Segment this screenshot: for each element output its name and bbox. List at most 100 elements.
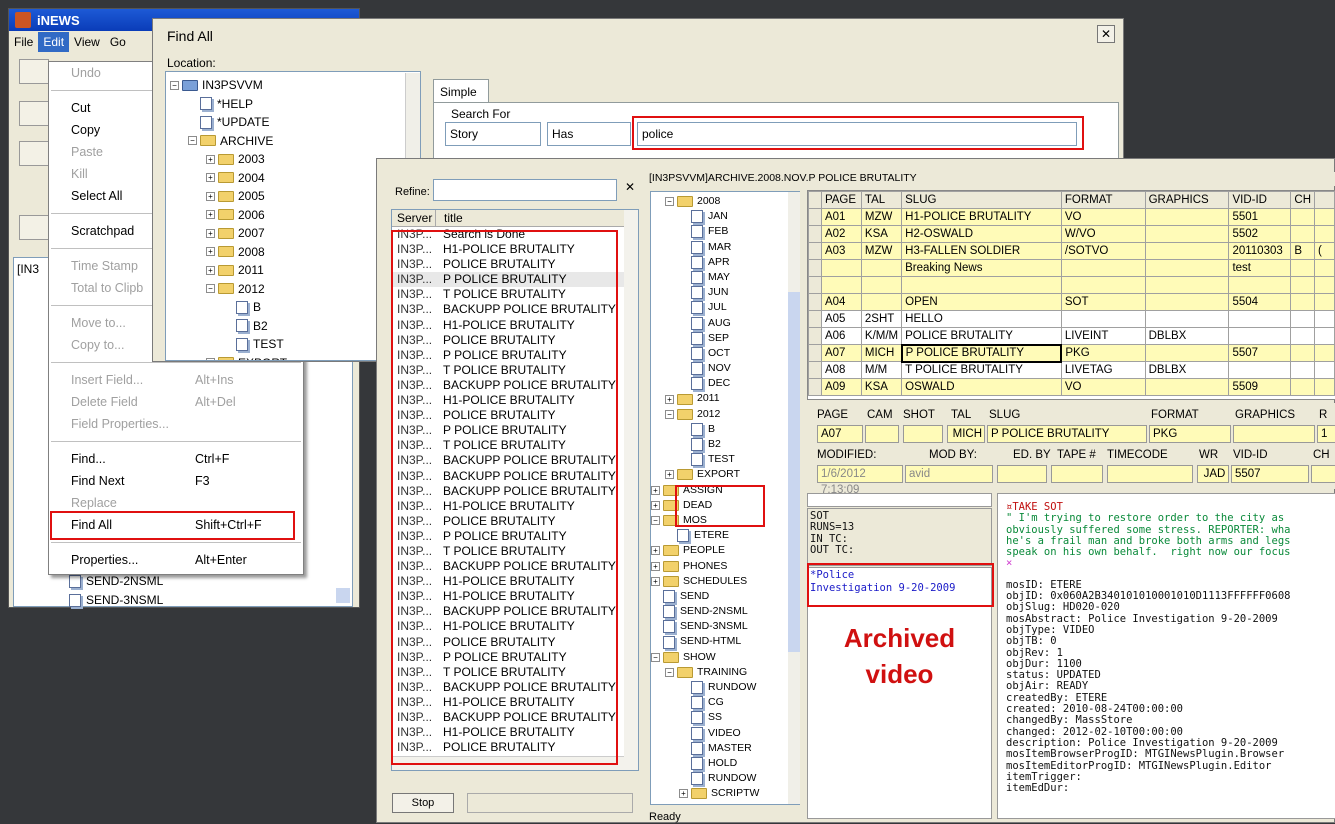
tree-node[interactable]: *UPDATE xyxy=(170,113,416,132)
slug-field[interactable]: P POLICE BRUTALITY xyxy=(987,425,1147,443)
grid-header-cell[interactable]: PAGE xyxy=(821,192,861,209)
bg-list-item[interactable]: SEND-3NSML xyxy=(69,593,163,607)
tree-node[interactable]: B xyxy=(651,422,799,437)
collapse-icon[interactable]: − xyxy=(188,136,197,145)
expand-icon[interactable]: + xyxy=(651,546,660,555)
grid-cell[interactable]: H3-FALLEN SOLDIER xyxy=(902,243,1062,260)
tal-field[interactable]: MICH xyxy=(947,425,985,443)
expand-icon[interactable]: + xyxy=(206,192,215,201)
tab-simple[interactable]: Simple xyxy=(433,79,489,103)
grid-cell[interactable]: T POLICE BRUTALITY xyxy=(902,362,1062,379)
grid-cell[interactable] xyxy=(1229,277,1291,294)
grid-cell[interactable] xyxy=(1061,277,1145,294)
menu-item-insert-field[interactable]: Insert Field...Alt+Ins xyxy=(49,369,303,391)
scrollbar-thumb[interactable] xyxy=(336,588,350,603)
wr-field[interactable]: JAD xyxy=(1197,465,1229,483)
grid-cell[interactable]: M/M xyxy=(861,362,901,379)
grid-cell[interactable]: /SOTVO xyxy=(1061,243,1145,260)
expand-icon[interactable]: + xyxy=(206,210,215,219)
tree-node[interactable]: SEND-3NSML xyxy=(651,619,799,634)
grid-cell[interactable]: A05 xyxy=(821,311,861,328)
menu-edit[interactable]: Edit xyxy=(38,32,69,52)
grid-header-cell[interactable]: CH xyxy=(1291,192,1315,209)
tree-node[interactable]: CG xyxy=(651,695,799,710)
grid-cell[interactable] xyxy=(1315,294,1335,311)
grid-cell[interactable] xyxy=(1145,277,1229,294)
tree-node[interactable]: SEND-HTML xyxy=(651,634,799,649)
expand-icon[interactable]: + xyxy=(679,789,688,798)
expand-icon[interactable]: + xyxy=(651,486,660,495)
tree-node[interactable]: +PEOPLE xyxy=(651,543,799,558)
r-field[interactable]: 1 xyxy=(1317,425,1335,443)
grid-cell[interactable] xyxy=(1061,260,1145,277)
grid-cell[interactable]: test xyxy=(1229,260,1291,277)
vidid-field[interactable]: 5507 xyxy=(1231,465,1309,483)
expand-icon[interactable]: + xyxy=(206,155,215,164)
grid-cell[interactable]: DBLBX xyxy=(1145,362,1229,379)
tree-node[interactable]: +SCHEDULES xyxy=(651,574,799,589)
grid-cell[interactable]: POLICE BRUTALITY xyxy=(902,328,1062,345)
grid-cell[interactable] xyxy=(1145,294,1229,311)
collapse-icon[interactable]: − xyxy=(206,284,215,293)
collapse-icon[interactable]: − xyxy=(170,81,179,90)
refine-input[interactable] xyxy=(433,179,617,201)
grid-cell[interactable] xyxy=(1291,209,1315,226)
col-server-header[interactable]: Server xyxy=(392,210,436,226)
grid-cell[interactable] xyxy=(1315,226,1335,243)
grid-cell[interactable]: H2-OSWALD xyxy=(902,226,1062,243)
grid-cell[interactable]: K/M/M xyxy=(861,328,901,345)
grid-cell[interactable]: SOT xyxy=(1061,294,1145,311)
grid-cell[interactable]: PKG xyxy=(1061,345,1145,362)
grid-cell[interactable] xyxy=(1061,311,1145,328)
rundown-row[interactable]: A08M/MT POLICE BRUTALITYLIVETAGDBLBX xyxy=(809,362,1335,379)
grid-cell[interactable] xyxy=(1315,362,1335,379)
menu-item-properties[interactable]: Properties...Alt+Enter xyxy=(49,549,303,571)
tree-node[interactable]: MAY xyxy=(651,270,799,285)
grid-cell[interactable] xyxy=(1145,379,1229,396)
tree-node[interactable]: +PRODUC xyxy=(651,802,799,806)
menu-file[interactable]: File xyxy=(9,32,38,52)
grid-cell[interactable]: 5501 xyxy=(1229,209,1291,226)
menu-item-find-next[interactable]: Find NextF3 xyxy=(49,470,303,492)
grid-cell[interactable] xyxy=(1291,226,1315,243)
grid-cell[interactable]: A03 xyxy=(821,243,861,260)
grid-cell[interactable] xyxy=(1145,209,1229,226)
expand-icon[interactable]: + xyxy=(651,501,660,510)
tree-node[interactable]: −2012 xyxy=(651,407,799,422)
tree-node[interactable]: TEST xyxy=(651,452,799,467)
tree-node[interactable]: ETERE xyxy=(651,528,799,543)
expand-icon[interactable]: + xyxy=(651,577,660,586)
tree-node[interactable]: −TRAINING xyxy=(651,665,799,680)
cam-field[interactable] xyxy=(865,425,899,443)
rundown-row[interactable]: A02KSAH2-OSWALDW/VO5502 xyxy=(809,226,1335,243)
graphics-field[interactable] xyxy=(1233,425,1315,443)
menu-view[interactable]: View xyxy=(69,32,105,52)
tree-node[interactable]: VIDEO xyxy=(651,726,799,741)
expand-icon[interactable]: + xyxy=(651,562,660,571)
menu-go[interactable]: Go xyxy=(105,32,131,52)
grid-cell[interactable]: MZW xyxy=(861,243,901,260)
grid-cell[interactable] xyxy=(1291,260,1315,277)
collapse-icon[interactable]: − xyxy=(651,653,660,662)
menu-item-find[interactable]: Find...Ctrl+F xyxy=(49,448,303,470)
grid-cell[interactable]: A02 xyxy=(821,226,861,243)
grid-header-cell[interactable] xyxy=(1315,192,1335,209)
ch-field[interactable] xyxy=(1311,465,1335,483)
grid-cell[interactable] xyxy=(1315,209,1335,226)
collapse-icon[interactable]: − xyxy=(651,516,660,525)
shot-field[interactable] xyxy=(903,425,943,443)
rundown-row[interactable]: A06K/M/MPOLICE BRUTALITYLIVEINTDBLBX xyxy=(809,328,1335,345)
grid-cell[interactable] xyxy=(821,260,861,277)
tree-node[interactable]: −ARCHIVE xyxy=(170,132,416,151)
edby-field[interactable] xyxy=(997,465,1047,483)
bg-list-item[interactable]: SEND-2NSML xyxy=(69,574,163,588)
expand-icon[interactable]: + xyxy=(206,247,215,256)
grid-cell[interactable]: VO xyxy=(1061,379,1145,396)
grid-cell[interactable] xyxy=(1291,277,1315,294)
tree-node[interactable]: −2008 xyxy=(651,194,799,209)
grid-cell[interactable] xyxy=(1315,379,1335,396)
grid-cell[interactable] xyxy=(1145,260,1229,277)
grid-cell[interactable]: W/VO xyxy=(1061,226,1145,243)
tree-node[interactable]: −SHOW xyxy=(651,650,799,665)
grid-cell[interactable]: A08 xyxy=(821,362,861,379)
